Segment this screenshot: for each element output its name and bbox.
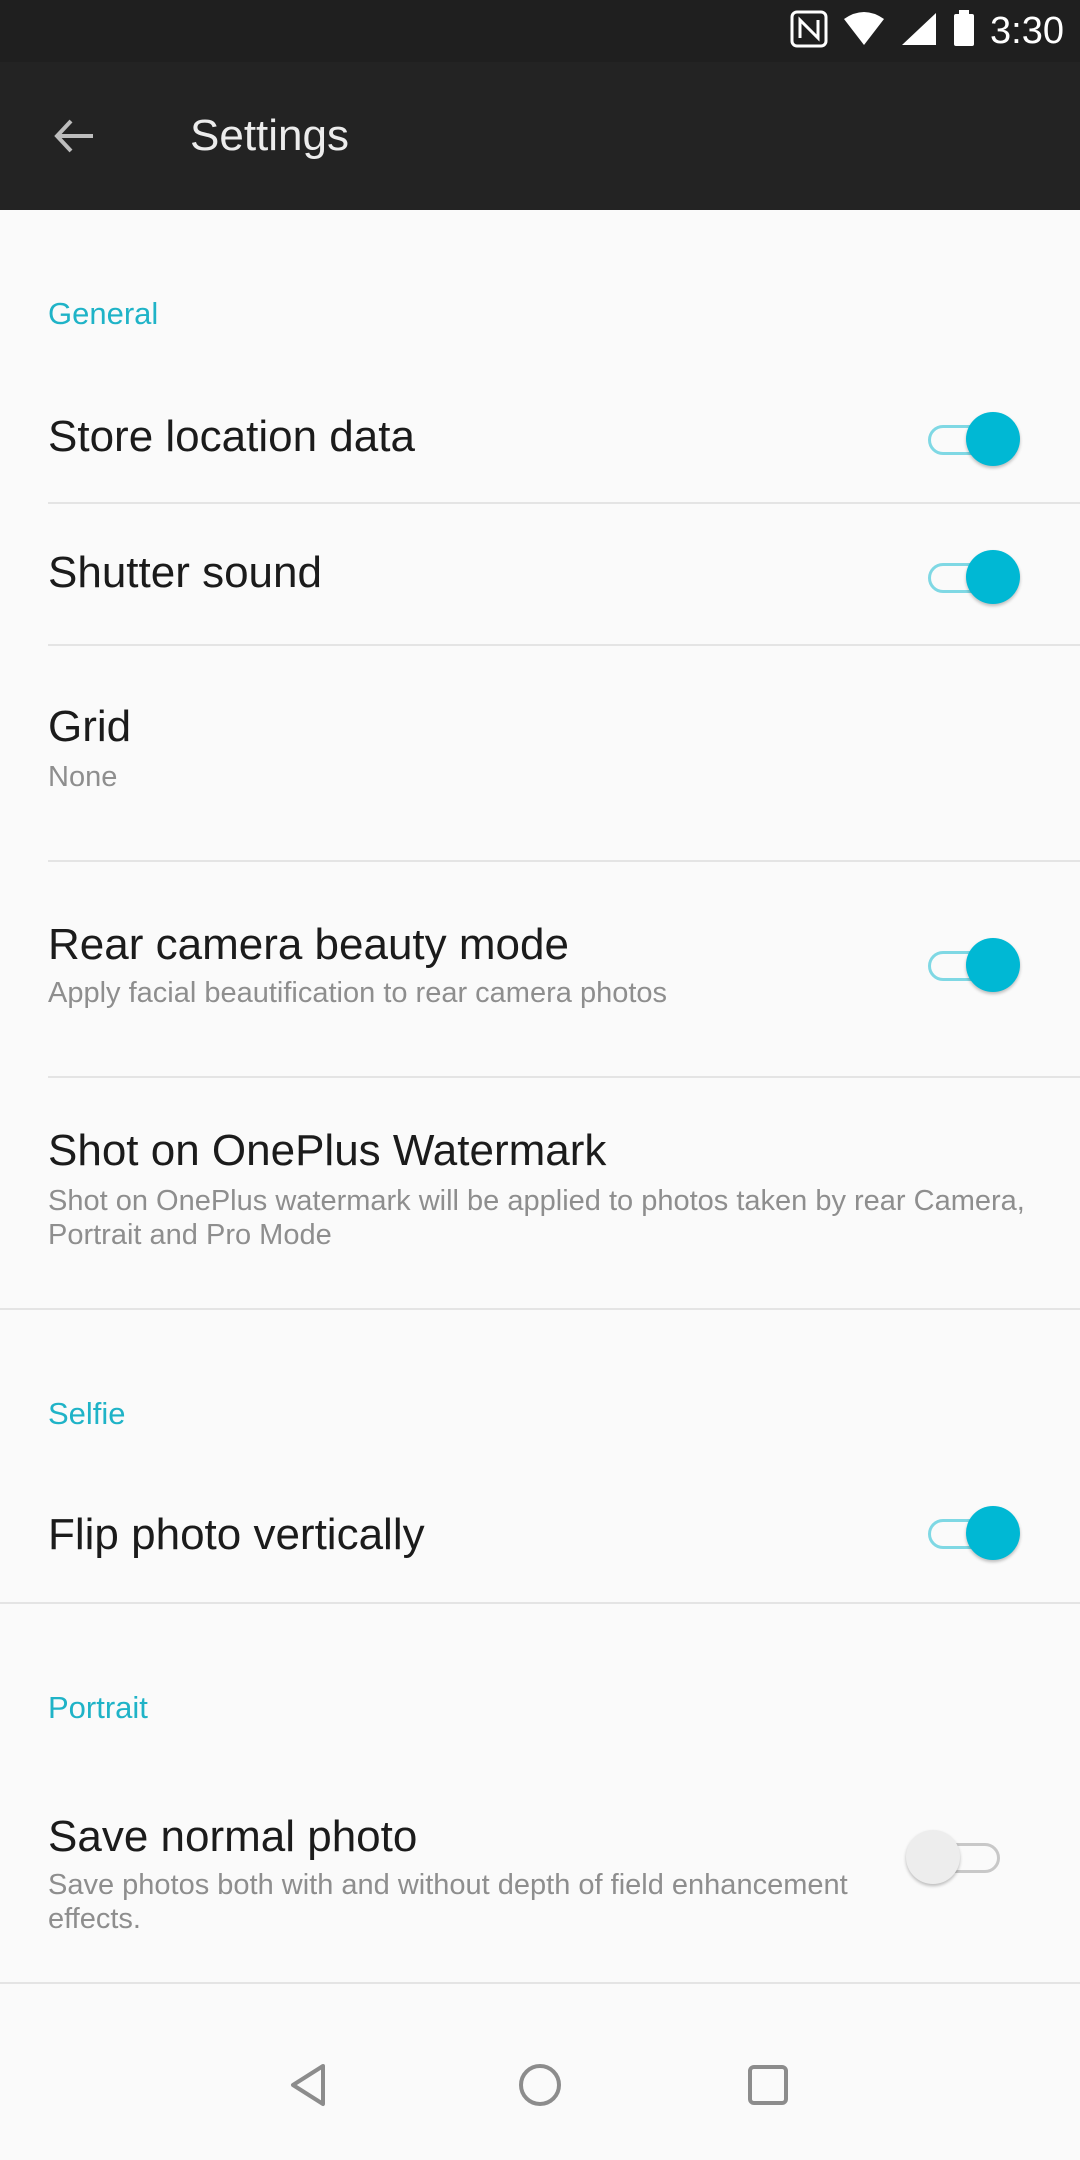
rear-beauty-title: Rear camera beauty mode bbox=[48, 920, 569, 969]
back-button[interactable] bbox=[44, 106, 104, 166]
switch-thumb bbox=[966, 938, 1020, 992]
signal-icon bbox=[900, 11, 938, 52]
store-location-switch[interactable] bbox=[922, 404, 1020, 474]
arrow-left-icon bbox=[54, 119, 93, 153]
wifi-icon bbox=[842, 11, 886, 52]
flip-vertical-row[interactable]: Flip photo vertically bbox=[0, 1468, 1080, 1602]
section-header-portrait: Portrait bbox=[48, 1690, 148, 1725]
rear-beauty-row[interactable]: Rear camera beauty mode Apply facial bea… bbox=[0, 862, 1080, 1076]
watermark-row[interactable]: Shot on OnePlus Watermark Shot on OnePlu… bbox=[0, 1078, 1080, 1318]
shutter-sound-title: Shutter sound bbox=[48, 548, 322, 597]
nfc-icon bbox=[790, 10, 828, 53]
save-normal-row[interactable]: Save normal photo Save photos both with … bbox=[0, 1766, 1080, 1982]
grid-row[interactable]: Grid None bbox=[0, 646, 1080, 860]
switch-thumb bbox=[906, 1830, 960, 1884]
rear-beauty-subtitle: Apply facial beautification to rear came… bbox=[48, 977, 668, 1009]
flip-vertical-switch[interactable] bbox=[922, 1498, 1020, 1568]
nav-recents-icon bbox=[748, 2065, 788, 2105]
status-bar: 3:30 bbox=[0, 0, 1080, 62]
watermark-subtitle: Shot on OnePlus watermark will be applie… bbox=[48, 1185, 1025, 1251]
shutter-sound-row[interactable]: Shutter sound bbox=[0, 504, 1080, 644]
nav-back-button[interactable] bbox=[270, 2045, 350, 2125]
flip-vertical-title: Flip photo vertically bbox=[48, 1510, 425, 1559]
battery-icon bbox=[952, 9, 976, 53]
app-bar: Settings bbox=[0, 62, 1080, 210]
save-normal-title: Save normal photo bbox=[48, 1812, 418, 1861]
status-time: 3:30 bbox=[990, 9, 1064, 52]
rear-beauty-switch[interactable] bbox=[922, 930, 1020, 1000]
nav-home-button[interactable] bbox=[500, 2045, 580, 2125]
switch-thumb bbox=[966, 550, 1020, 604]
status-icons: 3:30 bbox=[790, 0, 1064, 62]
section-divider bbox=[0, 1308, 1080, 1310]
nav-recents-button[interactable] bbox=[728, 2045, 808, 2125]
store-location-title: Store location data bbox=[48, 412, 415, 461]
section-header-selfie: Selfie bbox=[48, 1396, 126, 1431]
save-normal-subtitle: Save photos both with and without depth … bbox=[48, 1869, 848, 1935]
save-normal-switch[interactable] bbox=[906, 1822, 1008, 1892]
section-header-general: General bbox=[48, 296, 159, 331]
watermark-title: Shot on OnePlus Watermark bbox=[48, 1126, 607, 1175]
shutter-sound-switch[interactable] bbox=[922, 542, 1020, 612]
section-divider bbox=[0, 1982, 1080, 1984]
nav-home-icon bbox=[519, 2064, 561, 2106]
section-divider bbox=[0, 1602, 1080, 1604]
nav-back-icon bbox=[291, 2064, 325, 2106]
page-title: Settings bbox=[190, 111, 349, 160]
store-location-row[interactable]: Store location data bbox=[0, 376, 1080, 502]
grid-title: Grid bbox=[48, 702, 132, 751]
navigation-bar bbox=[0, 2010, 1080, 2160]
grid-value: None bbox=[48, 761, 118, 793]
switch-thumb bbox=[966, 1506, 1020, 1560]
switch-thumb bbox=[966, 412, 1020, 466]
